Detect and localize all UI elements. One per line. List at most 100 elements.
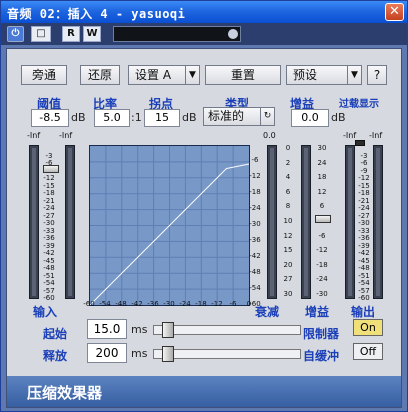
- graph-x-tick-label: -36: [147, 300, 159, 308]
- graph-x-tick-label: -48: [115, 300, 127, 308]
- setting-label: 设置 A: [135, 68, 172, 82]
- knee-value[interactable]: 15: [144, 109, 180, 127]
- restore-button[interactable]: 还原: [80, 65, 120, 85]
- scale-tick-label: 4: [285, 173, 291, 182]
- type-dropdown[interactable]: 标准的 ↻: [203, 107, 275, 126]
- graph-x-tick-label: -42: [131, 300, 143, 308]
- output-meter-right: [373, 145, 383, 299]
- release-value[interactable]: 200: [87, 343, 127, 363]
- attack-slider-thumb[interactable]: [162, 322, 174, 338]
- setting-dropdown[interactable]: 设置 A ▼: [128, 65, 200, 85]
- ratio-unit: :1: [131, 111, 142, 124]
- help-button[interactable]: ?: [367, 65, 387, 85]
- effect-title: 压缩效果器: [27, 384, 103, 402]
- output-meter-left: [345, 145, 355, 299]
- scale-tick-label: -18: [316, 260, 328, 269]
- footer-bar: 压缩效果器: [7, 376, 401, 407]
- window-title: 音频 02：插入 4 - yasuoqi: [7, 7, 186, 21]
- graph-y-tick-label: -24: [249, 204, 261, 212]
- scale-tick-label: 6: [319, 202, 325, 211]
- scale-tick-label: 15: [283, 246, 293, 255]
- scale-tick-label: 18: [317, 173, 327, 182]
- ratio-value[interactable]: 5.0: [94, 109, 130, 127]
- title-bar[interactable]: 音频 02：插入 4 - yasuoqi ✕: [1, 1, 407, 23]
- scale-tick-label: 30: [317, 144, 327, 152]
- scale-tick-label: 0: [285, 144, 291, 152]
- graph-x-tick-label: -54: [99, 300, 111, 308]
- bypass-button[interactable]: 旁通: [21, 65, 67, 85]
- output-l-peak: -Inf: [343, 131, 357, 140]
- compression-curve-graph: [89, 145, 250, 306]
- scale-tick-label: -54: [358, 279, 370, 288]
- preset-label: 预设: [293, 68, 318, 82]
- scale-tick-label: 12: [317, 187, 327, 196]
- input-meter-left: [29, 145, 39, 299]
- overload-led[interactable]: [355, 140, 365, 146]
- scale-tick-label: 2: [285, 158, 291, 167]
- limiter-toggle[interactable]: On: [353, 319, 383, 336]
- chevron-down-icon: ▼: [347, 66, 361, 84]
- attack-label: 起始: [43, 327, 68, 341]
- graph-y-tick-label: -42: [249, 252, 261, 260]
- attenuation-peak: 0.0: [263, 131, 276, 140]
- auto-release-toggle[interactable]: Off: [353, 343, 383, 360]
- graph-y-tick-label: -6: [251, 156, 259, 164]
- type-value: 标准的: [208, 109, 245, 123]
- close-button[interactable]: ✕: [385, 3, 404, 21]
- graph-x-tick-label: -18: [195, 300, 207, 308]
- attack-value[interactable]: 15.0: [87, 319, 127, 339]
- input-l-peak: -Inf: [27, 131, 41, 140]
- gain-meter: [301, 145, 311, 299]
- graph-x-tick-label: -12: [211, 300, 223, 308]
- graph-y-tick-label: -30: [249, 220, 261, 228]
- graph-y-tick-label: -12: [249, 172, 261, 180]
- plugin-window: 音频 02：插入 4 - yasuoqi ✕ ⏻ □ R W 旁通 还原 设置 …: [0, 0, 408, 412]
- scale-tick-label: -6: [318, 231, 326, 240]
- scale-tick-label: -12: [316, 246, 328, 255]
- ex-button[interactable]: □: [31, 26, 51, 42]
- scale-tick-label: 10: [283, 217, 293, 225]
- write-automation-button[interactable]: W: [83, 26, 101, 42]
- knee-unit: dB: [182, 111, 197, 124]
- graph-y-tick-label: -54: [249, 284, 261, 292]
- release-slider[interactable]: [153, 346, 301, 362]
- compressor-panel: 旁通 还原 设置 A ▼ 重置 预设 ▼ ? 阈值 比率 拐点 类型 增益 过载…: [6, 48, 402, 408]
- scale-tick-label: -24: [316, 275, 328, 284]
- gain-meter-label: 增益: [305, 305, 330, 319]
- release-label: 释放: [43, 349, 68, 363]
- release-slider-thumb[interactable]: [162, 346, 174, 362]
- limiter-label: 限制器: [303, 327, 340, 341]
- scale-tick-label: 20: [283, 260, 293, 269]
- edit-icon[interactable]: [228, 29, 238, 39]
- attack-slider[interactable]: [153, 322, 301, 338]
- scale-tick-label: -60: [43, 294, 55, 302]
- attenuation-label: 衰减: [255, 305, 280, 319]
- threshold-fader[interactable]: [43, 165, 59, 173]
- release-unit: ms: [131, 347, 148, 360]
- scale-tick-label: -54: [43, 279, 55, 288]
- graph-x-tick-label: -30: [163, 300, 175, 308]
- graph-y-tick-label: -36: [249, 236, 261, 244]
- reset-button[interactable]: 重置: [205, 65, 281, 85]
- auto-release-label: 自缓冲: [303, 349, 340, 363]
- toolbar: ⏻ □ R W: [1, 23, 407, 45]
- scale-tick-label: 24: [317, 158, 327, 167]
- input-meter-right: [65, 145, 75, 299]
- scale-tick-label: 30: [283, 290, 293, 298]
- input-r-peak: -Inf: [59, 131, 73, 140]
- scale-tick-label: 27: [283, 275, 293, 284]
- power-button[interactable]: ⏻: [7, 26, 24, 42]
- input-label: 输入: [33, 305, 58, 319]
- gain-fader[interactable]: [315, 215, 331, 223]
- gain-value[interactable]: 0.0: [291, 109, 329, 127]
- curve-svg: [89, 146, 250, 306]
- effect-name-field[interactable]: [113, 26, 241, 42]
- graph-x-tick-label: -60: [83, 300, 95, 308]
- scale-tick-label: -60: [358, 294, 370, 302]
- read-automation-button[interactable]: R: [62, 26, 80, 42]
- scale-tick-label: -30: [316, 290, 328, 298]
- threshold-value[interactable]: -8.5: [31, 109, 69, 127]
- graph-y-tick-label: -18: [249, 188, 261, 196]
- threshold-unit: dB: [71, 111, 86, 124]
- preset-dropdown[interactable]: 预设 ▼: [286, 65, 362, 85]
